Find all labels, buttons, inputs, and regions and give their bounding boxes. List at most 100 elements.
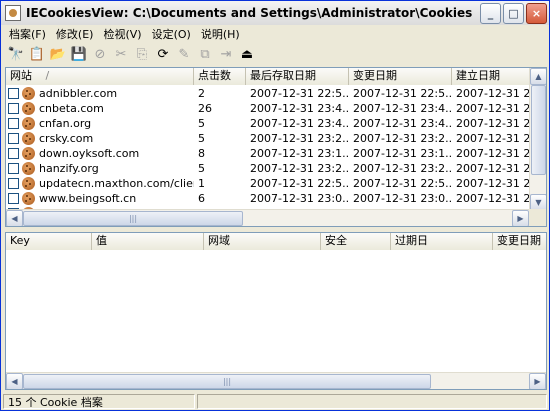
export-icon[interactable]: ⧉ — [196, 46, 214, 64]
open-folder-icon[interactable]: 📂 — [49, 46, 67, 64]
column-header-label: 网站 — [10, 69, 32, 82]
scroll-up-button[interactable]: ▲ — [530, 68, 546, 85]
column-header-domain[interactable]: 网域 — [204, 233, 321, 250]
sites-list-header: 网站 / 点击数 最后存取日期 变更日期 建立日期 — [6, 68, 542, 85]
sort-indicator-icon: / — [45, 69, 50, 82]
cookie-icon — [22, 87, 35, 100]
cookie-details-list[interactable]: Key 值 网域 安全 过期日 变更日期 ◀ ||| ▶ — [5, 232, 547, 390]
column-header-modified-date[interactable]: 变更日期 — [493, 233, 546, 250]
hits-cell: 5 — [198, 162, 205, 175]
menu-help[interactable]: 说明(H) — [196, 26, 245, 43]
row-checkbox[interactable] — [8, 103, 19, 114]
hits-cell: 1 — [198, 177, 205, 190]
edit-icon[interactable]: ✎ — [175, 46, 193, 64]
scroll-right-button[interactable]: ▶ — [512, 210, 529, 226]
site-name: cnbeta.com — [39, 102, 104, 115]
cookie-icon — [22, 162, 35, 175]
site-name: adnibbler.com — [39, 87, 118, 100]
cookie-icon — [22, 132, 35, 145]
cookie-icon — [22, 177, 35, 190]
save-icon[interactable]: 💾 — [70, 46, 88, 64]
column-header-expires[interactable]: 过期日 — [391, 233, 493, 250]
binoculars-icon[interactable]: 🔭 — [7, 46, 25, 64]
row-checkbox[interactable] — [8, 148, 19, 159]
column-header-secure[interactable]: 安全 — [321, 233, 391, 250]
row-checkbox[interactable] — [8, 118, 19, 129]
sites-horizontal-scrollbar[interactable]: ◀ ||| ▶ — [6, 209, 529, 226]
column-header-value[interactable]: 值 — [92, 233, 204, 250]
last-accessed-cell: 2007-12-31 23:4... — [250, 102, 349, 115]
table-row[interactable]: down.oyksoft.com 8 2007-12-31 23:1... 2007-… — [6, 146, 542, 161]
site-cell: down.oyksoft.com — [6, 146, 194, 161]
column-header-site[interactable]: 网站 / — [6, 68, 194, 85]
cut-icon[interactable]: ✂ — [112, 46, 130, 64]
menu-view[interactable]: 检视(V) — [98, 26, 146, 43]
sites-vertical-scrollbar[interactable]: ▲ ▼ — [529, 68, 546, 211]
column-header-hits[interactable]: 点击数 — [194, 68, 246, 85]
last-accessed-cell: 2007-12-31 23:0... — [250, 192, 349, 205]
column-header-modified[interactable]: 变更日期 — [349, 68, 452, 85]
site-name: updatecn.maxthon.com/client/... — [39, 177, 194, 190]
site-name: crsky.com — [39, 132, 94, 145]
copy-icon[interactable]: ⎘ — [133, 46, 151, 64]
table-row[interactable]: hanzify.org 5 2007-12-31 23:2... 2007-12-31… — [6, 161, 542, 176]
last-accessed-cell: 2007-12-31 22:5... — [250, 87, 349, 100]
main-window: IECookiesView: C:\Documents and Settings… — [0, 0, 550, 411]
menu-options[interactable]: 设定(O) — [147, 26, 196, 43]
site-cell: cnfan.org — [6, 116, 194, 131]
menu-file[interactable]: 档案(F) — [4, 26, 51, 43]
scroll-corner — [529, 209, 546, 226]
details-horizontal-scrollbar[interactable]: ◀ ||| ▶ — [6, 372, 546, 389]
scroll-thumb[interactable]: ||| — [23, 211, 243, 226]
menu-edit[interactable]: 修改(E) — [51, 26, 99, 43]
status-count: 15 个 Cookie 档案 — [3, 394, 195, 409]
modified-cell: 2007-12-31 23:4... — [353, 102, 452, 115]
properties-icon[interactable]: 📋 — [28, 46, 46, 64]
column-header-last-accessed[interactable]: 最后存取日期 — [246, 68, 349, 85]
status-extra — [197, 394, 547, 409]
modified-cell: 2007-12-31 23:2... — [353, 162, 452, 175]
delete-icon[interactable]: ⊘ — [91, 46, 109, 64]
menu-bar: 档案(F) 修改(E) 检视(V) 设定(O) 说明(H) — [1, 25, 549, 44]
row-checkbox[interactable] — [8, 178, 19, 189]
site-cell: updatecn.maxthon.com/client/... — [6, 176, 194, 191]
cookie-icon — [22, 117, 35, 130]
cookie-sites-list[interactable]: 网站 / 点击数 最后存取日期 变更日期 建立日期 adnibbler.com 2… — [5, 67, 547, 227]
modified-cell: 2007-12-31 23:4... — [353, 117, 452, 130]
table-row[interactable]: adnibbler.com 2 2007-12-31 22:5... 2007-12-… — [6, 86, 542, 101]
maximize-button[interactable]: □ — [503, 3, 524, 24]
row-checkbox[interactable] — [8, 163, 19, 174]
scroll-thumb[interactable]: ||| — [23, 374, 431, 389]
last-accessed-cell: 2007-12-31 22:5... — [250, 177, 349, 190]
import-icon[interactable]: ⇥ — [217, 46, 235, 64]
hits-cell: 8 — [198, 147, 205, 160]
minimize-button[interactable]: _ — [480, 3, 501, 24]
table-row[interactable]: cnfan.org 5 2007-12-31 23:4... 2007-12-31 2… — [6, 116, 542, 131]
close-button[interactable]: × — [526, 3, 547, 24]
scroll-left-button[interactable]: ◀ — [6, 373, 23, 389]
last-accessed-cell: 2007-12-31 23:1... — [250, 147, 349, 160]
table-row[interactable]: cnbeta.com 26 2007-12-31 23:4... 2007-12-31… — [6, 101, 542, 116]
site-cell: crsky.com — [6, 131, 194, 146]
column-header-key[interactable]: Key — [6, 233, 92, 250]
refresh-icon[interactable]: ⟳ — [154, 46, 172, 64]
scroll-left-button[interactable]: ◀ — [6, 210, 23, 226]
scroll-right-button[interactable]: ▶ — [529, 373, 546, 389]
sites-list-rows: adnibbler.com 2 2007-12-31 22:5... 2007-12-… — [6, 86, 542, 221]
exit-icon[interactable]: ⏏ — [238, 46, 256, 64]
cookie-icon — [22, 192, 35, 205]
row-checkbox[interactable] — [8, 193, 19, 204]
table-row[interactable]: crsky.com 5 2007-12-31 23:2... 2007-12-31 2… — [6, 131, 542, 146]
modified-cell: 2007-12-31 23:0... — [353, 192, 452, 205]
row-checkbox[interactable] — [8, 133, 19, 144]
title-bar[interactable]: IECookiesView: C:\Documents and Settings… — [1, 1, 549, 25]
hits-cell: 5 — [198, 132, 205, 145]
modified-cell: 2007-12-31 22:5... — [353, 87, 452, 100]
row-checkbox[interactable] — [8, 88, 19, 99]
hits-cell: 6 — [198, 192, 205, 205]
table-row[interactable]: www.beingsoft.cn 6 2007-12-31 23:0... 2007-… — [6, 191, 542, 206]
scroll-thumb[interactable] — [531, 85, 546, 175]
site-cell: cnbeta.com — [6, 101, 194, 116]
table-row[interactable]: updatecn.maxthon.com/client/... 1 2007-12-… — [6, 176, 542, 191]
toolbar: 🔭 📋 📂 💾 ⊘ ✂ ⎘ ⟳ ✎ ⧉ ⇥ ⏏ — [1, 44, 549, 65]
